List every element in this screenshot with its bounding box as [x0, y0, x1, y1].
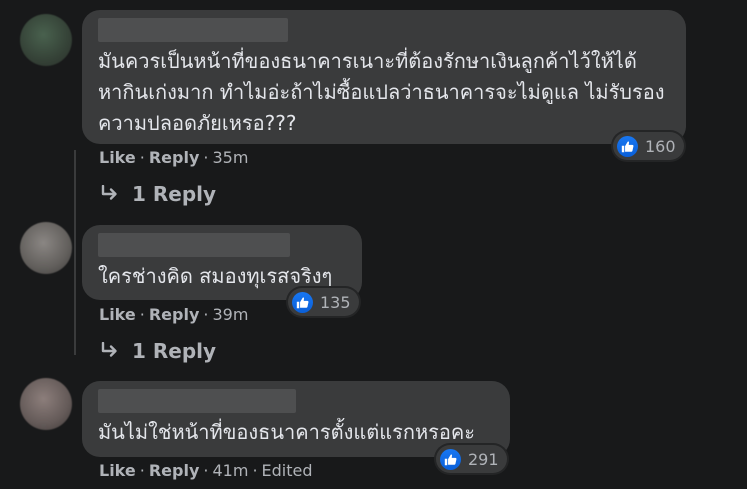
reaction-count: 135	[320, 292, 351, 312]
like-button[interactable]: Like	[99, 461, 136, 480]
timestamp[interactable]: 41m	[212, 461, 248, 480]
comment-bubble: มันควรเป็นหน้าที่ของธนาคารเนาะที่ต้องรัก…	[82, 10, 686, 144]
reply-arrow-icon	[100, 185, 120, 203]
separator: ·	[203, 461, 209, 480]
comment-actions: Like · Reply · 39m	[99, 305, 248, 324]
view-replies-link[interactable]: 1 Reply	[100, 182, 216, 206]
view-replies-label: 1 Reply	[132, 182, 217, 206]
avatar[interactable]	[20, 378, 72, 430]
like-thumbs-up-icon	[440, 448, 461, 470]
timestamp[interactable]: 35m	[212, 148, 248, 167]
separator: ·	[139, 461, 145, 480]
author-name-redacted[interactable]	[98, 18, 288, 42]
comment-actions: Like · Reply · 41m · Edited	[99, 461, 313, 480]
avatar[interactable]	[20, 222, 72, 274]
author-name-redacted[interactable]	[98, 389, 296, 413]
reaction-count: 160	[645, 136, 676, 156]
timestamp[interactable]: 39m	[212, 305, 248, 324]
edited-label: Edited	[261, 461, 313, 480]
reaction-count: 291	[468, 449, 499, 469]
like-thumbs-up-icon	[617, 135, 638, 157]
reaction-summary[interactable]: 291	[436, 445, 507, 473]
comment-actions: Like · Reply · 35m	[99, 148, 248, 167]
like-button[interactable]: Like	[99, 305, 136, 324]
reaction-summary[interactable]: 135	[288, 288, 359, 316]
separator: ·	[203, 148, 209, 167]
separator: ·	[139, 305, 145, 324]
view-replies-link[interactable]: 1 Reply	[100, 339, 216, 363]
comment-text: มันไม่ใช่หน้าที่ของธนาคารตั้งแต่แรกหรอคะ	[98, 420, 476, 444]
like-button[interactable]: Like	[99, 148, 136, 167]
reaction-summary[interactable]: 160	[613, 132, 684, 160]
reply-button[interactable]: Reply	[149, 148, 200, 167]
reply-button[interactable]: Reply	[149, 461, 200, 480]
like-thumbs-up-icon	[292, 291, 313, 313]
separator: ·	[203, 305, 209, 324]
author-name-redacted[interactable]	[98, 233, 290, 257]
avatar[interactable]	[20, 14, 72, 66]
separator: ·	[139, 148, 145, 167]
reply-button[interactable]: Reply	[149, 305, 200, 324]
reply-arrow-icon	[100, 342, 120, 360]
separator: ·	[252, 461, 258, 480]
view-replies-label: 1 Reply	[132, 339, 217, 363]
thread-line	[74, 150, 76, 355]
comment-text: มันควรเป็นหน้าที่ของธนาคารเนาะที่ต้องรัก…	[98, 49, 665, 135]
